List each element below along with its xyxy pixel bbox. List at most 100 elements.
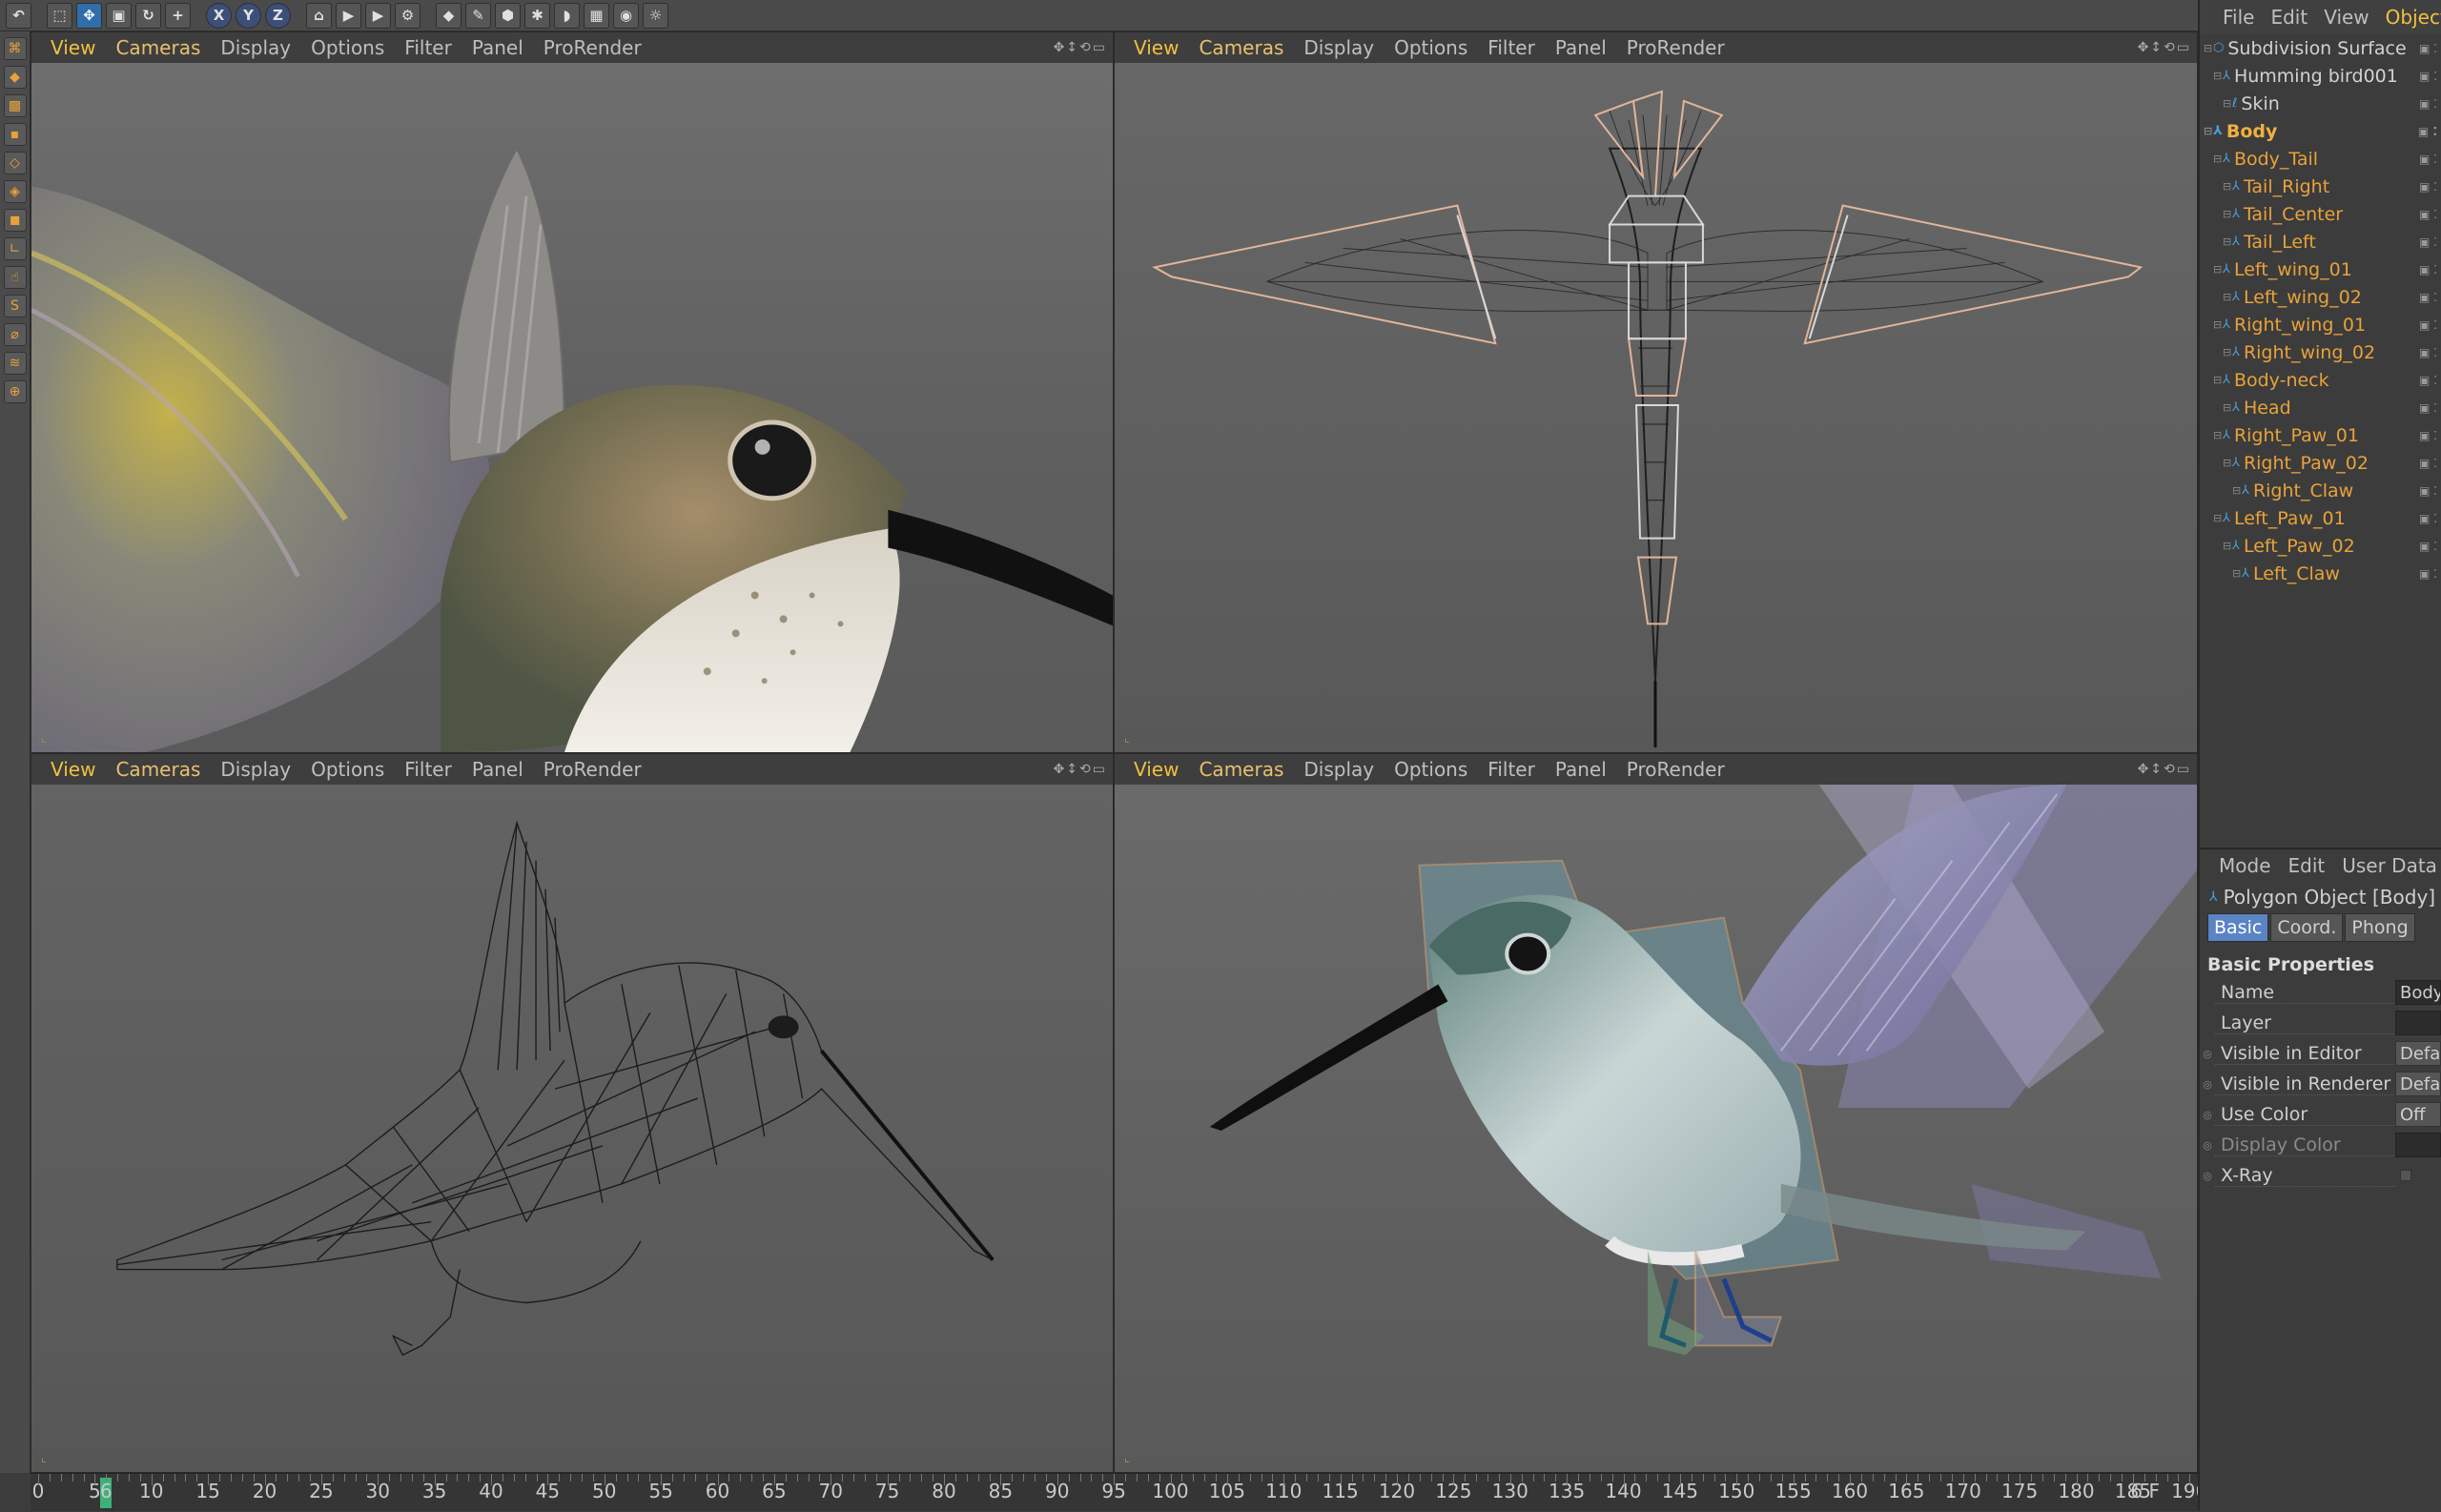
- animation-keyframe-icon[interactable]: ◎: [2200, 1078, 2215, 1091]
- object-row[interactable]: ⊟ ⅄ Right_wing_01 ▣ ⁚: [2200, 311, 2441, 338]
- tree-expander-icon[interactable]: ⊟: [2223, 291, 2232, 303]
- visibility-toggle-icon[interactable]: ▣ ⁚: [2419, 263, 2437, 276]
- animation-keyframe-icon[interactable]: ◎: [2200, 1109, 2215, 1121]
- tree-expander-icon[interactable]: ⊟: [2213, 429, 2223, 441]
- viewport-menu-filter[interactable]: Filter: [1487, 758, 1535, 781]
- object-row[interactable]: ⊟ ⅄ Tail_Right ▣ ⁚: [2200, 173, 2441, 200]
- viewport-canvas[interactable]: ⌞: [31, 63, 1113, 752]
- tree-expander-icon[interactable]: ⊟: [2223, 540, 2232, 552]
- tree-expander-icon[interactable]: ⊟: [2213, 318, 2223, 331]
- property-value-field[interactable]: [2395, 1133, 2441, 1157]
- object-row[interactable]: ⊟ ⅄ Right_Paw_02 ▣ ⁚: [2200, 449, 2441, 477]
- object-list[interactable]: ⊟ ⬡ Subdivision Surface ▣ ⁚ ⊟ ⅄ Humming bird00…: [2200, 34, 2441, 587]
- visibility-toggle-icon[interactable]: ▣ ⁚: [2418, 125, 2437, 138]
- viewport-nav-controls[interactable]: ✥↕⟲▭: [2138, 40, 2191, 55]
- tree-expander-icon[interactable]: ⊟: [2204, 42, 2213, 54]
- viewport-menu-options[interactable]: Options: [311, 758, 384, 781]
- scale-icon[interactable]: ▣: [106, 2, 132, 29]
- visibility-toggle-icon[interactable]: ▣ ⁚: [2419, 42, 2437, 55]
- visibility-toggle-icon[interactable]: ▣ ⁚: [2419, 208, 2437, 221]
- object-manager-menu-view[interactable]: View: [2324, 6, 2369, 29]
- visibility-toggle-icon[interactable]: ▣ ⁚: [2419, 291, 2437, 304]
- property-value-field[interactable]: Defa: [2395, 1072, 2441, 1096]
- viewport-menu-view[interactable]: View: [51, 758, 95, 781]
- make-editable-icon[interactable]: ⌘: [3, 37, 27, 60]
- viewport-menu-panel[interactable]: Panel: [472, 36, 523, 59]
- tree-expander-icon[interactable]: ⊟: [2213, 70, 2223, 82]
- viewport-canvas[interactable]: ⌞: [1115, 785, 2197, 1472]
- viewport-menu-cameras[interactable]: Cameras: [1199, 758, 1283, 781]
- viewport-top[interactable]: View Cameras Display Options Filter Panel ProR…: [1114, 31, 2198, 753]
- property-value-field[interactable]: [2395, 1011, 2441, 1035]
- viewport-menu-cameras[interactable]: Cameras: [115, 758, 200, 781]
- visibility-toggle-icon[interactable]: ▣ ⁚: [2419, 457, 2437, 470]
- tree-expander-icon[interactable]: ⊟: [2213, 374, 2223, 386]
- y-axis-lock-icon[interactable]: Y: [236, 2, 261, 29]
- tree-expander-icon[interactable]: ⊟: [2213, 512, 2223, 524]
- visibility-toggle-icon[interactable]: ▣ ⁚: [2419, 484, 2437, 498]
- tree-expander-icon[interactable]: ⊟: [2204, 125, 2213, 137]
- polygons-mode-icon[interactable]: ◈: [3, 180, 27, 203]
- viewport-menu-prorender[interactable]: ProRender: [1627, 36, 1725, 59]
- visibility-toggle-icon[interactable]: ▣ ⁚: [2419, 235, 2437, 249]
- timeline-ruler[interactable]: 0 5 6 10 15 20 25 30 35 40 45 50 55 60 65 70 75 80 85 90 95 1…: [31, 1474, 2440, 1512]
- z-axis-lock-icon[interactable]: Z: [265, 2, 291, 29]
- viewport-nav-controls[interactable]: ✥↕⟲▭: [1054, 40, 1107, 55]
- property-value-field[interactable]: Body: [2395, 980, 2441, 1005]
- visibility-toggle-icon[interactable]: ▣ ⁚: [2419, 318, 2437, 332]
- attribute-menu-user-data[interactable]: User Data: [2342, 854, 2437, 877]
- rotate-icon[interactable]: ↻: [135, 2, 161, 29]
- viewport-menu-display[interactable]: Display: [1303, 758, 1374, 781]
- viewport-menu-cameras[interactable]: Cameras: [115, 36, 200, 59]
- viewport-menu-display[interactable]: Display: [1303, 36, 1374, 59]
- xray-checkbox[interactable]: [2400, 1170, 2411, 1181]
- viewport-menu-prorender[interactable]: ProRender: [544, 758, 642, 781]
- object-manager-menu-file[interactable]: File: [2223, 6, 2254, 29]
- viewport-nav-controls[interactable]: ✥↕⟲▭: [2138, 762, 2191, 777]
- uvw-mode-icon[interactable]: ◼: [3, 209, 27, 232]
- viewport-menu-panel[interactable]: Panel: [1555, 758, 1607, 781]
- object-row[interactable]: ⊟ ⅄ Left_Paw_02 ▣ ⁚: [2200, 532, 2441, 560]
- tree-expander-icon[interactable]: ⊟: [2223, 235, 2232, 248]
- camera-icon[interactable]: ◉: [613, 2, 639, 29]
- array-generator-icon[interactable]: ✱: [524, 2, 550, 29]
- object-row[interactable]: ⊟ ⬡ Subdivision Surface ▣ ⁚: [2200, 34, 2441, 62]
- visibility-toggle-icon[interactable]: ▣ ⁚: [2419, 567, 2437, 581]
- coordinate-system-icon[interactable]: ⌂: [306, 2, 332, 29]
- deformer-icon[interactable]: ◗: [554, 2, 580, 29]
- animation-keyframe-icon[interactable]: ◎: [2200, 1170, 2215, 1182]
- viewport-menu-filter[interactable]: Filter: [404, 758, 452, 781]
- object-row[interactable]: ⊟ ⅄ Right_wing_02 ▣ ⁚: [2200, 338, 2441, 366]
- viewport-canvas[interactable]: ⌞: [1115, 63, 2197, 752]
- live-selection-icon[interactable]: ⬚: [47, 2, 72, 29]
- viewport-menu-view[interactable]: View: [51, 36, 95, 59]
- object-row[interactable]: ⊟ ⅄ Body-neck ▣ ⁚: [2200, 366, 2441, 394]
- viewport-menu-view[interactable]: View: [1134, 36, 1179, 59]
- x-axis-lock-icon[interactable]: X: [206, 2, 232, 29]
- visibility-toggle-icon[interactable]: ▣ ⁚: [2419, 401, 2437, 415]
- pen-spline-icon[interactable]: ✎: [465, 2, 491, 29]
- locked-workplane-icon[interactable]: ≋: [3, 352, 27, 375]
- tree-expander-icon[interactable]: ⊟: [2232, 567, 2242, 580]
- object-row[interactable]: ⊟ ⅄ Right_Paw_01 ▣ ⁚: [2200, 421, 2441, 449]
- object-row[interactable]: ⊟ ⅄ Left_Paw_01 ▣ ⁚: [2200, 504, 2441, 532]
- visibility-toggle-icon[interactable]: ▣ ⁚: [2419, 180, 2437, 194]
- viewport-side[interactable]: View Cameras Display Options Filter Panel ProR…: [31, 753, 1114, 1473]
- object-row[interactable]: ⊟ ℓ Skin ▣ ⁚: [2200, 90, 2441, 117]
- object-row[interactable]: ⊟ ⅄ Left_wing_01 ▣ ⁚: [2200, 255, 2441, 283]
- tree-expander-icon[interactable]: ⊟: [2223, 401, 2232, 414]
- visibility-toggle-icon[interactable]: ▣ ⁚: [2419, 512, 2437, 525]
- viewport-canvas[interactable]: ⌞: [31, 785, 1113, 1472]
- object-row[interactable]: ⊟ ⅄ Tail_Center ▣ ⁚: [2200, 200, 2441, 228]
- tweak-mode-icon[interactable]: ☝: [3, 266, 27, 289]
- visibility-toggle-icon[interactable]: ▣ ⁚: [2419, 153, 2437, 166]
- visibility-toggle-icon[interactable]: ▣ ⁚: [2419, 540, 2437, 553]
- viewport-menu-prorender[interactable]: ProRender: [544, 36, 642, 59]
- attribute-menu-mode[interactable]: Mode: [2219, 854, 2271, 877]
- object-row[interactable]: ⊟ ⅄ Left_Claw ▣ ⁚: [2200, 560, 2441, 587]
- planar-workplane-icon[interactable]: ⊕: [3, 380, 27, 403]
- light-icon[interactable]: ☼: [643, 2, 668, 29]
- visibility-toggle-icon[interactable]: ▣ ⁚: [2419, 429, 2437, 442]
- object-row[interactable]: ⊟ ⅄ Tail_Left ▣ ⁚: [2200, 228, 2441, 255]
- animation-timeline[interactable]: 0 5 6 10 15 20 25 30 35 40 45 50 55 60 65 70 75 80 85 90 95 1…: [31, 1473, 2440, 1512]
